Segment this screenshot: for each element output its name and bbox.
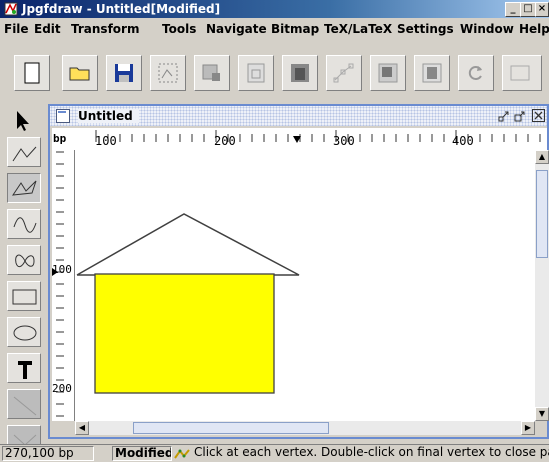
align-icon bbox=[510, 65, 530, 81]
construct-button[interactable] bbox=[238, 55, 274, 91]
drawing-surface bbox=[76, 213, 300, 394]
rotate-icon bbox=[468, 66, 482, 80]
maximize-button[interactable]: □ bbox=[520, 2, 536, 17]
scroll-down-button[interactable]: ▼ bbox=[535, 407, 549, 421]
layer-icon bbox=[291, 64, 309, 82]
scroll-right-button[interactable]: ▶ bbox=[521, 421, 535, 435]
menu-help[interactable]: Help bbox=[519, 22, 549, 36]
horizontal-scrollbar[interactable]: ◀ ▶ bbox=[75, 421, 535, 435]
menu-transform[interactable]: Transform bbox=[71, 22, 139, 36]
menu-tools[interactable]: Tools bbox=[162, 22, 196, 36]
closed-curve-icon bbox=[15, 254, 35, 268]
menu-bar: File Edit Transform Tools Navigate Bitma… bbox=[0, 18, 549, 40]
move-to-back-button[interactable] bbox=[282, 55, 318, 91]
window-title: Jpgfdraw - Untitled[Modified] bbox=[22, 2, 221, 16]
front-button[interactable] bbox=[370, 55, 406, 91]
close-doc-icon[interactable] bbox=[532, 109, 545, 122]
construct-icon bbox=[247, 63, 265, 83]
title-bar: Jpgfdraw - Untitled[Modified] _ □ × bbox=[0, 0, 549, 18]
status-bar: 270,100 bp Modified Click at each vertex… bbox=[0, 444, 549, 462]
menu-navigate[interactable]: Navigate bbox=[206, 22, 267, 36]
app-icon bbox=[4, 2, 18, 16]
group-icon bbox=[422, 63, 442, 83]
close-button[interactable]: × bbox=[535, 2, 549, 17]
tool-palette bbox=[0, 104, 48, 461]
edit-vertices-button[interactable] bbox=[326, 55, 362, 91]
open-curve-tool[interactable] bbox=[7, 209, 41, 239]
maximize-doc-icon[interactable] bbox=[514, 110, 526, 122]
toolbar bbox=[0, 40, 549, 105]
menu-edit[interactable]: Edit bbox=[34, 22, 61, 36]
select-tool[interactable] bbox=[7, 106, 41, 136]
vertical-ruler: 100 200 bbox=[52, 150, 75, 421]
menu-file[interactable]: File bbox=[4, 22, 29, 36]
horizontal-ruler: bp 100 200 300 400 bbox=[52, 128, 547, 151]
folder-icon bbox=[69, 67, 90, 81]
new-button[interactable] bbox=[14, 55, 50, 91]
floppy-disk-icon bbox=[115, 64, 133, 82]
hruler-label: 100 bbox=[95, 134, 117, 148]
edit-path-button[interactable] bbox=[194, 55, 230, 91]
menu-bitmap[interactable]: Bitmap bbox=[271, 22, 319, 36]
group-button[interactable] bbox=[414, 55, 450, 91]
vertical-scrollbar[interactable]: ▲ ▼ bbox=[535, 150, 549, 421]
diagonal-line-icon bbox=[13, 396, 37, 416]
bring-front-icon bbox=[378, 63, 398, 83]
align-button[interactable] bbox=[502, 55, 542, 91]
closed-line-tool[interactable] bbox=[7, 173, 41, 203]
select-area-button[interactable] bbox=[150, 55, 186, 91]
rectangle-icon bbox=[12, 289, 37, 305]
hruler-label: 300 bbox=[333, 134, 355, 148]
status-hint: Click at each vertex. Double-click on fi… bbox=[194, 446, 549, 459]
open-curve-icon bbox=[13, 217, 37, 233]
house-rectangle[interactable] bbox=[94, 273, 275, 394]
hruler-label: 200 bbox=[214, 134, 236, 148]
document-icon-band bbox=[58, 111, 66, 113]
iconify-icon[interactable] bbox=[498, 110, 510, 122]
edit-path-icon bbox=[202, 64, 220, 81]
vertices-icon bbox=[333, 63, 354, 83]
drawing-canvas[interactable] bbox=[75, 150, 535, 421]
save-button[interactable] bbox=[106, 55, 142, 91]
path-tool-status-icon bbox=[174, 449, 190, 459]
horizontal-scroll-thumb[interactable] bbox=[133, 422, 329, 434]
arrow-pointer-icon bbox=[17, 111, 29, 131]
rotate-button[interactable] bbox=[458, 55, 494, 91]
ellipse-icon bbox=[13, 325, 37, 341]
document-title: Untitled bbox=[78, 109, 139, 123]
open-button[interactable] bbox=[62, 55, 98, 91]
text-tool[interactable] bbox=[7, 353, 41, 383]
rectangle-tool[interactable] bbox=[7, 281, 41, 311]
hruler-label: 400 bbox=[452, 134, 474, 148]
status-coordinates: 270,100 bp bbox=[2, 446, 94, 461]
roof-path[interactable] bbox=[76, 213, 300, 276]
document-title-bar[interactable]: Untitled bbox=[50, 106, 547, 126]
open-line-tool[interactable] bbox=[7, 137, 41, 167]
vruler-label: 100 bbox=[52, 263, 72, 276]
scroll-left-button[interactable]: ◀ bbox=[75, 421, 89, 435]
menu-settings[interactable]: Settings bbox=[397, 22, 454, 36]
ellipse-tool[interactable] bbox=[7, 317, 41, 347]
vruler-label: 200 bbox=[52, 382, 72, 395]
menu-tex-latex[interactable]: TeX/LaTeX bbox=[324, 22, 392, 36]
select-area-icon bbox=[158, 63, 178, 83]
new-document-icon bbox=[24, 62, 40, 84]
math-tool[interactable] bbox=[7, 389, 41, 419]
menu-window[interactable]: Window bbox=[460, 22, 514, 36]
vruler-ticks bbox=[52, 151, 64, 417]
scroll-up-button[interactable]: ▲ bbox=[535, 150, 549, 164]
closed-line-icon bbox=[12, 180, 37, 196]
text-t-icon bbox=[18, 361, 32, 379]
vertical-scroll-thumb[interactable] bbox=[536, 170, 548, 258]
status-modified: Modified bbox=[112, 446, 172, 461]
minimize-button[interactable]: _ bbox=[505, 2, 521, 17]
closed-curve-tool[interactable] bbox=[7, 245, 41, 275]
open-line-icon bbox=[12, 146, 37, 162]
